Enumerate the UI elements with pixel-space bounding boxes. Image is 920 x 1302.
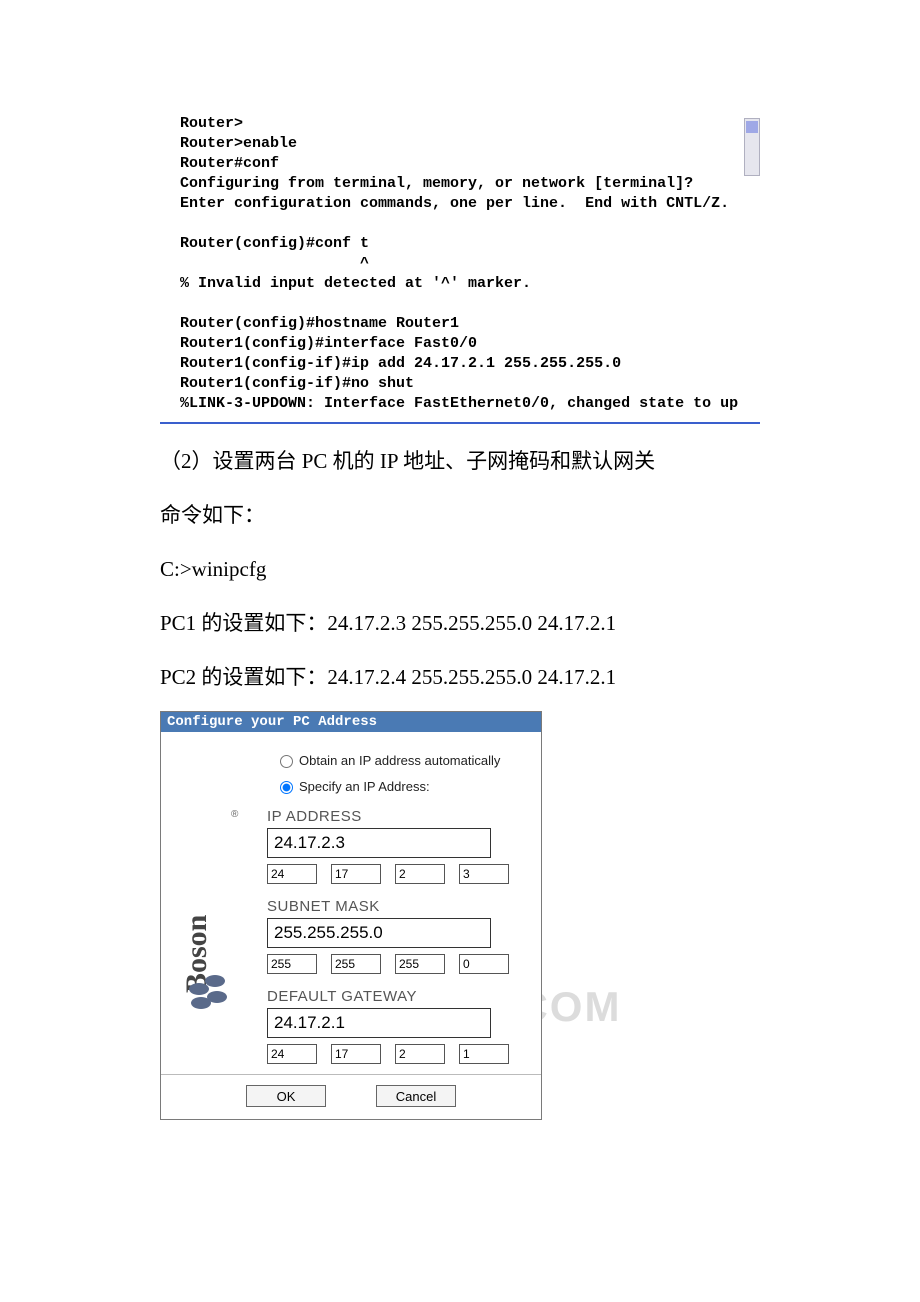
pc1-settings: PC1 的设置如下：24.17.2.3 255.255.255.0 24.17.…: [160, 604, 760, 644]
ok-button[interactable]: OK: [246, 1085, 326, 1107]
pc2-settings: PC2 的设置如下：24.17.2.4 255.255.255.0 24.17.…: [160, 658, 760, 698]
ip-config-dialog: Configure your PC Address Boson ®: [160, 711, 542, 1120]
ip-octet-4[interactable]: [459, 864, 509, 884]
command-label: 命令如下：: [160, 496, 760, 536]
cancel-button[interactable]: Cancel: [376, 1085, 456, 1107]
router-terminal-output: Router> Router>enable Router#conf Config…: [160, 110, 760, 424]
boson-logo: Boson ®: [161, 732, 251, 1074]
svg-text:®: ®: [231, 809, 239, 820]
scrollbar[interactable]: [744, 118, 760, 176]
ip-address-label: IP ADDRESS: [267, 808, 521, 825]
mask-octet-4[interactable]: [459, 954, 509, 974]
mask-octet-2[interactable]: [331, 954, 381, 974]
gw-octet-1[interactable]: [267, 1044, 317, 1064]
radio-obtain-label: Obtain an IP address automatically: [299, 753, 500, 768]
mask-octet-3[interactable]: [395, 954, 445, 974]
default-gateway-label: DEFAULT GATEWAY: [267, 988, 521, 1005]
gw-octet-3[interactable]: [395, 1044, 445, 1064]
subnet-mask-label: SUBNET MASK: [267, 898, 521, 915]
subnet-mask-input[interactable]: [267, 918, 491, 948]
gw-octet-4[interactable]: [459, 1044, 509, 1064]
ip-octet-2[interactable]: [331, 864, 381, 884]
document-body: www.bdocx.COM （2）设置两台 PC 机的 IP 地址、子网掩码和默…: [160, 442, 760, 697]
radio-specify[interactable]: [280, 781, 293, 794]
command-text: C:>winipcfg: [160, 550, 760, 590]
mask-octet-1[interactable]: [267, 954, 317, 974]
ip-octet-3[interactable]: [395, 864, 445, 884]
default-gateway-input[interactable]: [267, 1008, 491, 1038]
step-heading: （2）设置两台 PC 机的 IP 地址、子网掩码和默认网关: [160, 442, 760, 482]
radio-obtain-auto[interactable]: [280, 755, 293, 768]
ip-address-input[interactable]: [267, 828, 491, 858]
ip-octet-1[interactable]: [267, 864, 317, 884]
radio-specify-label: Specify an IP Address:: [299, 779, 430, 794]
gw-octet-2[interactable]: [331, 1044, 381, 1064]
dialog-title: Configure your PC Address: [161, 712, 541, 732]
